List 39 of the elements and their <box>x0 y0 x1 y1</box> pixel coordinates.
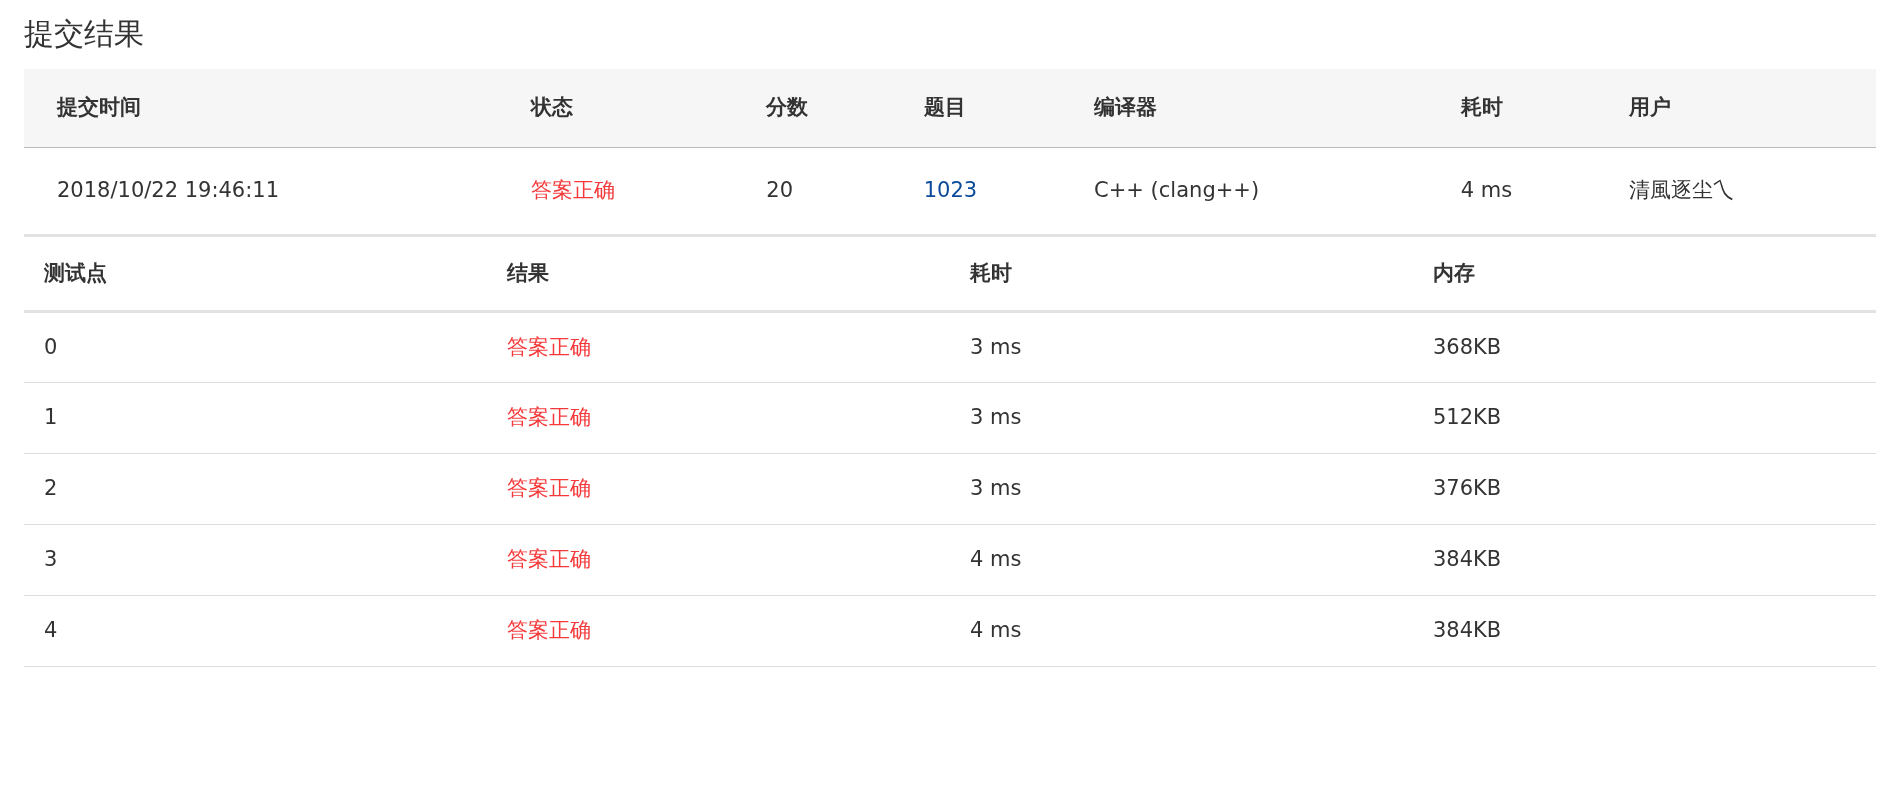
table-cell: 3 <box>24 524 487 596</box>
table-cell: 384KB <box>1413 524 1876 596</box>
table-cell: C++ (clang++) <box>1061 147 1428 234</box>
table-cell: 3 ms <box>950 453 1413 525</box>
column-header: 编译器 <box>1061 69 1428 147</box>
problem-link[interactable]: 1023 <box>923 178 978 202</box>
column-header: 耗时 <box>1427 69 1597 147</box>
column-header: 内存 <box>1413 235 1876 312</box>
table-cell: 0 <box>24 311 487 383</box>
table-cell: 清風逐尘乀 <box>1596 147 1876 234</box>
column-header: 题目 <box>890 69 1062 147</box>
table-cell: 4 ms <box>950 595 1413 667</box>
result-cell: 答案正确 <box>487 453 950 525</box>
table-cell: 4 ms <box>950 524 1413 596</box>
result-cell: 答案正确 <box>487 524 950 596</box>
table-cell: 2 <box>24 453 487 525</box>
column-header: 测试点 <box>24 235 487 312</box>
table-cell: 2018/10/22 19:46:11 <box>24 147 499 234</box>
result-cell: 答案正确 <box>487 382 950 454</box>
page-title: 提交结果 <box>24 15 145 53</box>
table-cell: 368KB <box>1413 311 1876 383</box>
table-cell: 4 <box>24 595 487 667</box>
column-header: 耗时 <box>950 235 1413 312</box>
table-cell: 20 <box>733 147 891 234</box>
column-header: 分数 <box>733 69 891 147</box>
table-cell: 4 ms <box>1427 147 1597 234</box>
column-header: 结果 <box>487 235 950 312</box>
table-cell: 3 ms <box>950 311 1413 383</box>
column-header: 状态 <box>498 69 734 147</box>
table-cell: 384KB <box>1413 595 1876 667</box>
status-cell: 答案正确 <box>498 147 734 234</box>
table-cell: 512KB <box>1413 382 1876 454</box>
column-header: 用户 <box>1596 69 1876 147</box>
result-cell: 答案正确 <box>487 595 950 667</box>
table-cell: 3 ms <box>950 382 1413 454</box>
table-cell: 376KB <box>1413 453 1876 525</box>
table-cell: 1 <box>24 382 487 454</box>
result-cell: 答案正确 <box>487 311 950 383</box>
column-header: 提交时间 <box>24 69 499 147</box>
